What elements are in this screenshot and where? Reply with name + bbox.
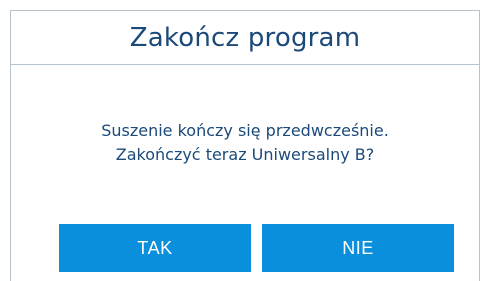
dialog-header: Zakończ program — [11, 11, 479, 65]
no-button[interactable]: NIE — [262, 224, 454, 272]
yes-button[interactable]: TAK — [59, 224, 251, 272]
end-program-dialog: Zakończ program Suszenie kończy się prze… — [10, 10, 480, 281]
message-line-1: Suszenie kończy się przedwcześnie. — [101, 121, 389, 140]
dialog-title: Zakończ program — [129, 22, 361, 53]
message-line-2: Zakończyć teraz Uniwersalny B? — [115, 145, 375, 164]
dialog-message: Suszenie kończy się przedwcześnie. Zakoń… — [11, 119, 479, 167]
